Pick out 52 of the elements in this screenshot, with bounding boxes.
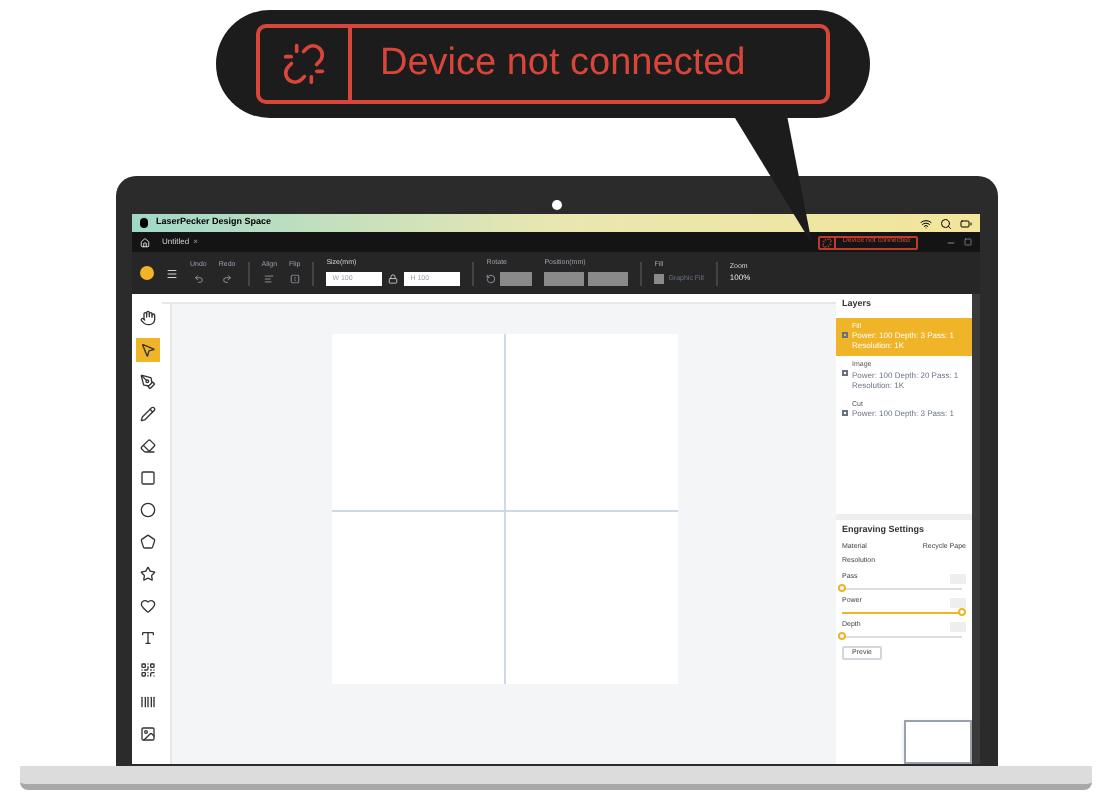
- camera-icon: [551, 200, 561, 210]
- tool-button[interactable]: [135, 562, 159, 586]
- hand-icon: [139, 310, 155, 326]
- slider-thumb[interactable]: [958, 608, 966, 616]
- square-icon: [139, 470, 155, 486]
- rotate-icon[interactable]: [486, 273, 497, 284]
- circle-icon: [139, 502, 155, 518]
- wifi-icon: [920, 217, 932, 229]
- y-field[interactable]: [588, 271, 629, 286]
- pointer-icon: [139, 342, 155, 358]
- user-avatar[interactable]: [140, 266, 154, 280]
- barcode-icon: [139, 694, 155, 710]
- redo-icon: [222, 273, 233, 284]
- pentagon-icon: [139, 534, 155, 550]
- unlink-icon: [282, 42, 326, 86]
- maximize-icon[interactable]: [964, 238, 972, 246]
- search-icon: [940, 217, 952, 229]
- eraser-icon: [139, 438, 155, 454]
- tool-button[interactable]: [135, 306, 159, 330]
- undo-icon: [193, 273, 204, 284]
- battery-icon: [960, 217, 972, 229]
- tool-button[interactable]: [135, 594, 159, 618]
- tool-button[interactable]: [135, 370, 159, 394]
- rotate-field[interactable]: [500, 271, 533, 286]
- flip-icon: [289, 273, 300, 284]
- slider-thumb[interactable]: [838, 632, 846, 640]
- unlink-icon: [820, 237, 837, 247]
- tool-button[interactable]: [135, 658, 159, 682]
- home-icon[interactable]: [140, 237, 150, 247]
- lock-icon[interactable]: [388, 273, 399, 284]
- layer-checkbox[interactable]: [842, 331, 848, 337]
- tool-button[interactable]: [135, 466, 159, 490]
- tool-button[interactable]: [135, 530, 159, 554]
- heart-icon: [139, 598, 155, 614]
- tool-button[interactable]: [135, 338, 159, 362]
- tool-button[interactable]: [135, 434, 159, 458]
- menu-icon[interactable]: [166, 267, 178, 279]
- align-icon: [264, 273, 275, 284]
- x-field[interactable]: [544, 271, 585, 286]
- tool-button[interactable]: [135, 722, 159, 746]
- qr-code-icon: [139, 662, 155, 678]
- pen-icon: [139, 374, 155, 390]
- layer-checkbox[interactable]: [842, 409, 848, 415]
- star-icon: [139, 566, 155, 582]
- image-icon: [139, 726, 155, 742]
- tool-button[interactable]: [135, 498, 159, 522]
- slider-thumb[interactable]: [838, 584, 846, 592]
- text-icon: [139, 630, 155, 646]
- pencil-icon: [139, 406, 155, 422]
- tool-button[interactable]: [135, 402, 159, 426]
- layer-checkbox[interactable]: [842, 370, 848, 376]
- callout-message: Device not connected: [378, 39, 746, 88]
